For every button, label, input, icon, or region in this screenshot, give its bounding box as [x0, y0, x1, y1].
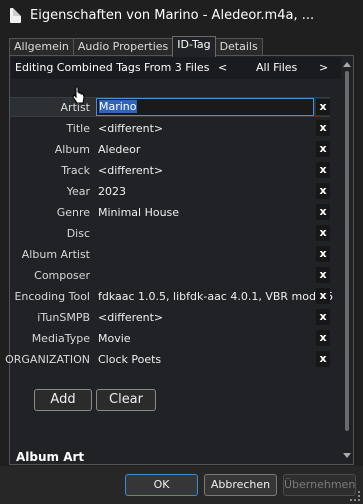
tab-id-tag[interactable]: ID-Tag — [172, 36, 216, 57]
tag-label: Disc — [66, 227, 90, 240]
tag-value[interactable]: Aledeor — [98, 143, 140, 156]
tag-row-disc: Disc x — [10, 224, 341, 245]
mouse-cursor-icon — [72, 86, 85, 104]
cancel-button[interactable]: Abbrechen — [204, 474, 277, 496]
tag-label: ORGANIZATION — [5, 353, 90, 366]
remove-tag-button[interactable]: x — [316, 309, 330, 325]
tag-label: Year — [66, 185, 90, 198]
remove-tag-button[interactable]: x — [316, 288, 330, 304]
scroll-up-icon[interactable] — [343, 62, 351, 67]
remove-tag-button[interactable]: x — [316, 225, 330, 241]
tag-row-encoding-tool: Encoding Tool fdkaac 1.0.5, libfdk-aac 4… — [10, 287, 341, 308]
tag-row-year: Year 2023 x — [10, 182, 341, 203]
tag-label: Title — [66, 122, 90, 135]
tag-label: Genre — [56, 206, 90, 219]
remove-tag-button[interactable]: x — [316, 141, 330, 157]
scroll-down-icon[interactable] — [343, 453, 351, 458]
apply-button[interactable]: Übernehmen — [283, 474, 356, 496]
document-icon — [10, 8, 21, 23]
remove-tag-button[interactable]: x — [316, 351, 330, 367]
tag-label: MediaType — [31, 332, 90, 345]
tag-row-mediatype: MediaType Movie x — [10, 329, 341, 350]
tag-row-genre: Genre Minimal House x — [10, 203, 341, 224]
tag-label: iTunSMPB — [37, 311, 90, 324]
tag-row-title: Title <different> x — [10, 119, 341, 140]
tag-label: Composer — [34, 269, 90, 282]
tag-value[interactable]: <different> — [98, 122, 163, 135]
tag-value[interactable]: Movie — [98, 332, 131, 345]
remove-tag-button[interactable]: x — [316, 99, 330, 115]
file-navigation-bar: Editing Combined Tags From 3 Files < All… — [11, 57, 341, 79]
file-selector[interactable]: All Files — [256, 61, 297, 74]
editing-status-text: Editing Combined Tags From 3 Files — [15, 61, 210, 74]
scrollbar-thumb[interactable] — [345, 71, 349, 431]
tag-row-album: Album Aledeor x — [10, 140, 341, 161]
album-art-heading: Album Art — [16, 450, 85, 464]
previous-file-button[interactable]: < — [218, 61, 227, 74]
tab-details[interactable]: Details — [214, 38, 263, 56]
vertical-scrollbar[interactable] — [342, 57, 352, 463]
tag-label: Track — [61, 164, 90, 177]
resize-grip-icon[interactable] — [350, 491, 360, 501]
tag-row-track: Track <different> x — [10, 161, 341, 182]
tag-value[interactable]: Clock Poets — [98, 353, 161, 366]
add-tag-button[interactable]: Add — [34, 389, 92, 411]
dialog-footer: OK Abbrechen Übernehmen — [0, 466, 363, 504]
tab-audio-properties[interactable]: Audio Properties — [72, 38, 174, 56]
tag-value[interactable]: 2023 — [98, 185, 126, 198]
artist-input[interactable]: Marino — [96, 98, 314, 116]
remove-tag-button[interactable]: x — [316, 120, 330, 136]
selected-text: Marino — [99, 100, 137, 113]
tag-label: Encoding Tool — [14, 290, 90, 303]
tag-value[interactable]: <different> — [98, 164, 163, 177]
ok-button[interactable]: OK — [125, 474, 198, 496]
tag-value[interactable]: <different> — [98, 311, 163, 324]
remove-tag-button[interactable]: x — [316, 183, 330, 199]
remove-tag-button[interactable]: x — [316, 267, 330, 283]
window-title: Eigenschaften von Marino - Aledeor.m4a, … — [30, 8, 315, 23]
remove-tag-button[interactable]: x — [316, 204, 330, 220]
tag-label: Album — [54, 143, 90, 156]
next-file-button[interactable]: > — [319, 61, 328, 74]
tag-row-organization: ORGANIZATION Clock Poets x — [5, 350, 341, 371]
tag-row-artist: Artist Marino x — [10, 98, 341, 119]
title-bar: Eigenschaften von Marino - Aledeor.m4a, … — [0, 0, 363, 34]
id-tag-panel: Editing Combined Tags From 3 Files < All… — [5, 55, 354, 465]
tag-label: Album Artist — [21, 248, 90, 261]
tab-strip: Allgemein Audio Properties ID-Tag Detail… — [9, 36, 263, 57]
remove-tag-button[interactable]: x — [316, 330, 330, 346]
tag-value[interactable]: fdkaac 1.0.5, libfdk-aac 4.0.1, VBR mode… — [98, 290, 333, 303]
remove-tag-button[interactable]: x — [316, 246, 330, 262]
tag-value[interactable]: Minimal House — [98, 206, 179, 219]
tag-row-itunsmpb: iTunSMPB <different> x — [10, 308, 341, 329]
tab-allgemein[interactable]: Allgemein — [9, 38, 74, 56]
remove-tag-button[interactable]: x — [316, 162, 330, 178]
clear-tags-button[interactable]: Clear — [96, 389, 156, 411]
tag-row-album-artist: Album Artist x — [10, 245, 341, 266]
tag-row-composer: Composer x — [10, 266, 341, 287]
